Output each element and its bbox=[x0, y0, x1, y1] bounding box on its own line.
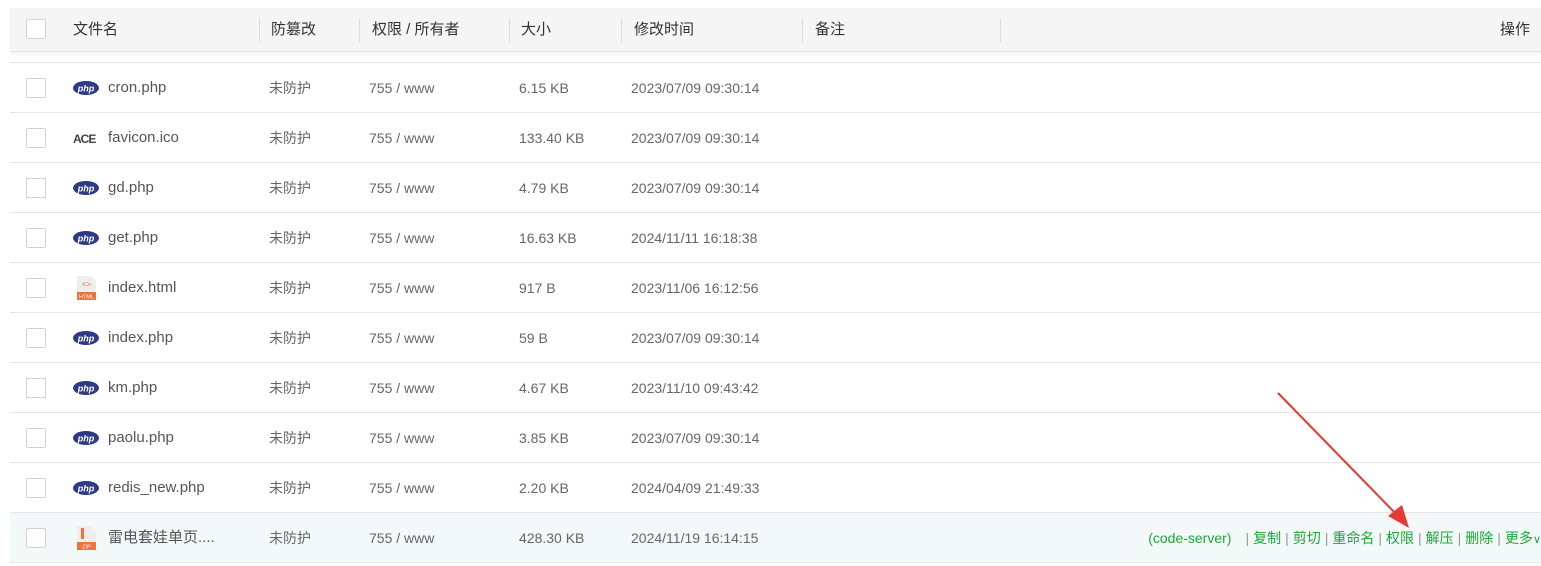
arrow-shaft bbox=[1277, 392, 1399, 517]
annotation-arrow bbox=[1277, 392, 1409, 528]
